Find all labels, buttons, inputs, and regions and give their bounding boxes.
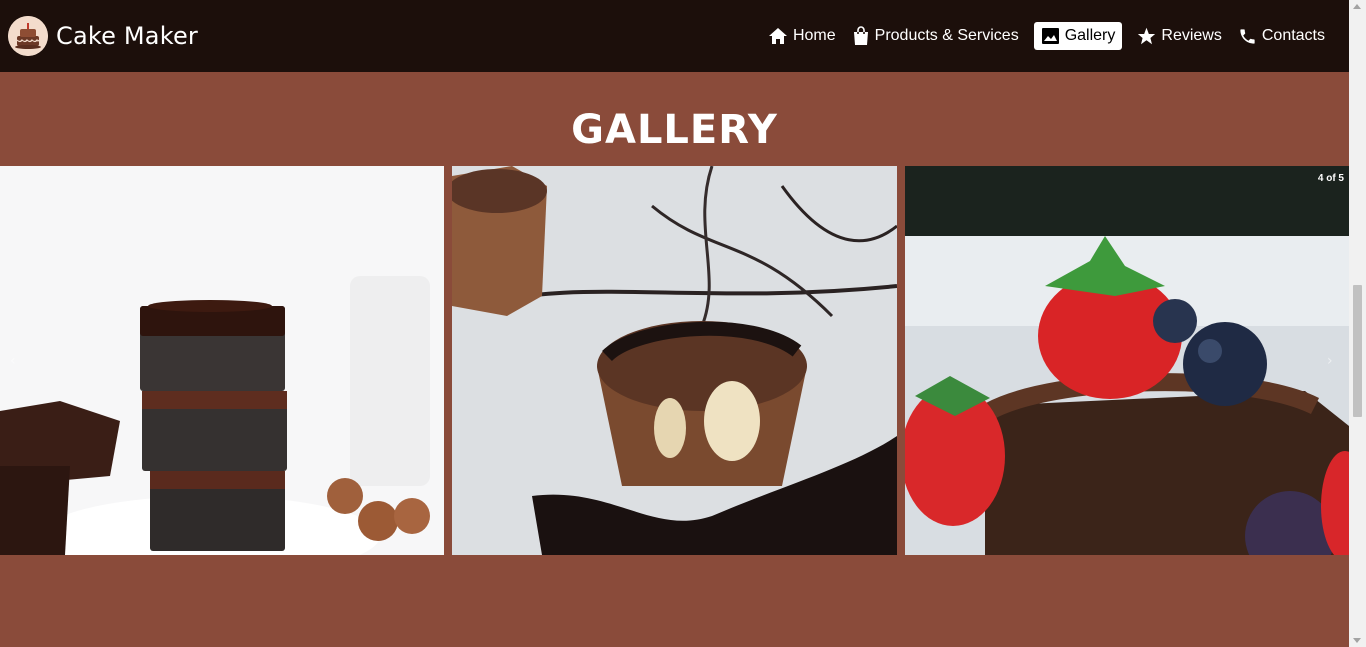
page-scrollbar[interactable] (1349, 0, 1366, 647)
strawberry-brownie-photo (905, 166, 1349, 555)
main-nav: Home Products & Services Gallery Reviews (759, 22, 1332, 50)
nav-reviews[interactable]: Reviews (1130, 22, 1228, 50)
shopping-bag-icon (853, 26, 868, 45)
chocolate-cup-photo (452, 166, 897, 555)
home-icon (768, 28, 787, 44)
page-title: GALLERY (571, 106, 778, 153)
star-icon (1138, 27, 1156, 45)
brownie-stack-photo (0, 166, 444, 555)
gallery-slide[interactable]: ‹ (0, 166, 444, 555)
nav-home-label: Home (792, 27, 836, 44)
carousel-next-button[interactable]: › (1327, 354, 1341, 368)
brand[interactable]: Cake Maker (8, 16, 198, 56)
phone-icon (1240, 28, 1255, 44)
nav-products-services-label: Products & Services (874, 27, 1019, 44)
nav-gallery-label: Gallery (1064, 27, 1116, 44)
nav-gallery[interactable]: Gallery (1033, 22, 1123, 50)
gallery-slide[interactable]: 4 of 5 › (905, 166, 1349, 555)
gallery-carousel[interactable]: ‹ 4 of 5 › (0, 166, 1349, 555)
gallery-slide[interactable] (452, 166, 897, 555)
nav-contacts-label: Contacts (1261, 27, 1325, 44)
nav-reviews-label: Reviews (1161, 27, 1222, 44)
scroll-up-arrow-icon[interactable] (1353, 4, 1361, 9)
nav-products-services[interactable]: Products & Services (845, 22, 1026, 50)
nav-home[interactable]: Home (761, 22, 843, 50)
image-icon (1041, 28, 1059, 44)
scroll-down-arrow-icon[interactable] (1353, 638, 1361, 643)
nav-contacts[interactable]: Contacts (1231, 22, 1332, 50)
slide-counter: 4 of 5 (1317, 173, 1344, 184)
brand-name: Cake Maker (56, 22, 198, 50)
carousel-prev-button[interactable]: ‹ (10, 354, 24, 368)
cake-icon (8, 16, 48, 56)
navbar: Cake Maker Home Products & Services Gall… (0, 0, 1349, 72)
scrollbar-thumb[interactable] (1353, 285, 1362, 417)
